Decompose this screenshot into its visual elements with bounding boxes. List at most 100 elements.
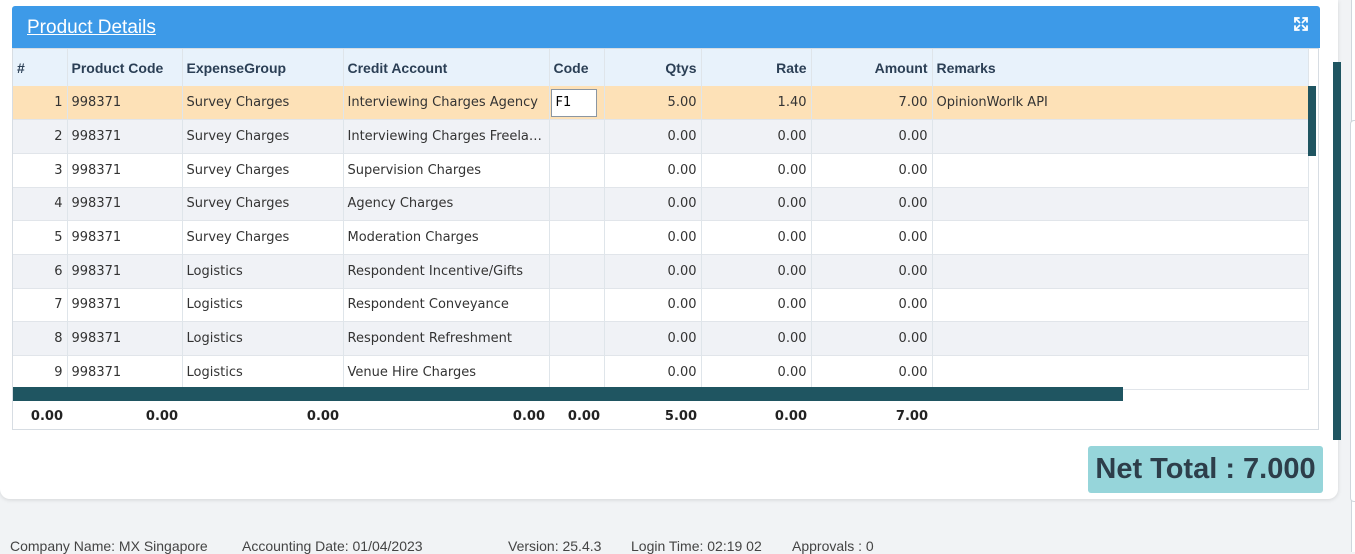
expense-group-cell[interactable]: Survey Charges bbox=[182, 119, 344, 154]
rate-cell[interactable]: 0.00 bbox=[701, 153, 812, 188]
code-cell[interactable] bbox=[549, 187, 605, 221]
expense-group-cell[interactable]: Logistics bbox=[182, 321, 344, 356]
remarks-cell[interactable]: OpinionWorlk API bbox=[932, 86, 1309, 120]
credit-account-cell[interactable]: Moderation Charges bbox=[343, 220, 550, 255]
rate-cell[interactable]: 0.00 bbox=[701, 355, 812, 390]
table-row[interactable]: 2 998371 Survey Charges Interviewing Cha… bbox=[13, 119, 1309, 154]
qtys-cell[interactable]: 0.00 bbox=[604, 153, 702, 188]
product-code-cell[interactable]: 998371 bbox=[67, 220, 183, 255]
qtys-cell[interactable]: 0.00 bbox=[604, 355, 702, 390]
amount-cell[interactable]: 0.00 bbox=[811, 220, 933, 255]
credit-account-cell[interactable]: Respondent Incentive/Gifts bbox=[343, 254, 550, 289]
amount-cell[interactable]: 0.00 bbox=[811, 153, 933, 188]
credit-account-cell[interactable]: Agency Charges bbox=[343, 187, 550, 221]
expand-arrows-icon[interactable] bbox=[1293, 16, 1309, 32]
credit-account-cell[interactable]: Respondent Conveyance bbox=[343, 288, 550, 322]
remarks-cell[interactable] bbox=[932, 288, 1309, 322]
total-expense-group: 0.00 bbox=[306, 408, 339, 424]
column-header-credit-account[interactable]: Credit Account bbox=[343, 49, 550, 86]
qtys-cell[interactable]: 0.00 bbox=[604, 119, 702, 154]
panel-title[interactable]: Product Details bbox=[27, 17, 156, 39]
product-code-cell[interactable]: 998371 bbox=[67, 355, 183, 390]
credit-account-cell[interactable]: Interviewing Charges Agency bbox=[343, 86, 550, 120]
code-cell[interactable] bbox=[549, 254, 605, 289]
qtys-cell[interactable]: 0.00 bbox=[604, 220, 702, 255]
rate-cell[interactable]: 0.00 bbox=[701, 187, 812, 221]
product-code-cell[interactable]: 998371 bbox=[67, 288, 183, 322]
product-code-cell[interactable]: 998371 bbox=[67, 321, 183, 356]
expense-group-cell[interactable]: Survey Charges bbox=[182, 220, 344, 255]
remarks-cell[interactable] bbox=[932, 254, 1309, 289]
vertical-scrollbar-thumb[interactable] bbox=[1308, 86, 1316, 156]
code-cell[interactable] bbox=[549, 119, 605, 154]
qtys-cell[interactable]: 0.00 bbox=[604, 321, 702, 356]
remarks-cell[interactable] bbox=[932, 321, 1309, 356]
table-row[interactable]: 1 998371 Survey Charges Interviewing Cha… bbox=[13, 86, 1309, 120]
amount-cell[interactable]: 0.00 bbox=[811, 187, 933, 221]
product-code-cell[interactable]: 998371 bbox=[67, 254, 183, 289]
outer-scrollbar-thumb[interactable] bbox=[1333, 62, 1341, 440]
remarks-cell[interactable] bbox=[932, 220, 1309, 255]
table-row[interactable]: 7 998371 Logistics Respondent Conveyance… bbox=[13, 288, 1309, 322]
credit-account-cell[interactable]: Venue Hire Charges bbox=[343, 355, 550, 390]
table-header-row: # Product Code ExpenseGroup Credit Accou… bbox=[13, 49, 1309, 86]
rate-cell[interactable]: 0.00 bbox=[701, 288, 812, 322]
code-cell[interactable] bbox=[549, 321, 605, 356]
column-header-code[interactable]: Code bbox=[549, 49, 605, 86]
qtys-cell[interactable]: 0.00 bbox=[604, 254, 702, 289]
product-code-cell[interactable]: 998371 bbox=[67, 119, 183, 154]
credit-account-cell[interactable]: Interviewing Charges Freela… bbox=[343, 119, 550, 154]
code-cell[interactable] bbox=[549, 220, 605, 255]
rate-cell[interactable]: 0.00 bbox=[701, 220, 812, 255]
credit-account-cell[interactable]: Supervision Charges bbox=[343, 153, 550, 188]
table-row[interactable]: 9 998371 Logistics Venue Hire Charges 0.… bbox=[13, 355, 1309, 390]
qtys-cell[interactable]: 0.00 bbox=[604, 187, 702, 221]
rate-cell[interactable]: 0.00 bbox=[701, 119, 812, 154]
product-code-cell[interactable]: 998371 bbox=[67, 187, 183, 221]
amount-cell[interactable]: 7.00 bbox=[811, 86, 933, 120]
credit-account-cell[interactable]: Respondent Refreshment bbox=[343, 321, 550, 356]
rate-cell[interactable]: 0.00 bbox=[701, 321, 812, 356]
column-header-product-code[interactable]: Product Code bbox=[67, 49, 183, 86]
horizontal-scrollbar-thumb[interactable] bbox=[13, 387, 1123, 401]
side-panel-tab[interactable] bbox=[1350, 120, 1355, 502]
total-credit-account: 0.00 bbox=[512, 408, 545, 424]
column-header-amount[interactable]: Amount bbox=[811, 49, 933, 86]
table-row[interactable]: 5 998371 Survey Charges Moderation Charg… bbox=[13, 220, 1309, 255]
expense-group-cell[interactable]: Survey Charges bbox=[182, 86, 344, 120]
table-row[interactable]: 6 998371 Logistics Respondent Incentive/… bbox=[13, 254, 1309, 289]
code-input[interactable] bbox=[550, 88, 597, 117]
column-header-expense-group[interactable]: ExpenseGroup bbox=[182, 49, 344, 86]
remarks-cell[interactable] bbox=[932, 355, 1309, 390]
expense-group-cell[interactable]: Survey Charges bbox=[182, 153, 344, 188]
code-cell[interactable] bbox=[549, 355, 605, 390]
column-header-qtys[interactable]: Qtys bbox=[604, 49, 702, 86]
code-cell[interactable] bbox=[549, 153, 605, 188]
table-row[interactable]: 4 998371 Survey Charges Agency Charges 0… bbox=[13, 187, 1309, 221]
code-cell[interactable] bbox=[549, 288, 605, 322]
expense-group-cell[interactable]: Survey Charges bbox=[182, 187, 344, 221]
table-row[interactable]: 3 998371 Survey Charges Supervision Char… bbox=[13, 153, 1309, 188]
column-header-remarks[interactable]: Remarks bbox=[932, 49, 1309, 86]
remarks-cell[interactable] bbox=[932, 119, 1309, 154]
product-code-cell[interactable]: 998371 bbox=[67, 86, 183, 120]
amount-cell[interactable]: 0.00 bbox=[811, 288, 933, 322]
amount-cell[interactable]: 0.00 bbox=[811, 119, 933, 154]
rate-cell[interactable]: 0.00 bbox=[701, 254, 812, 289]
column-header-no[interactable]: # bbox=[13, 49, 68, 86]
qtys-cell[interactable]: 5.00 bbox=[604, 86, 702, 120]
amount-cell[interactable]: 0.00 bbox=[811, 321, 933, 356]
code-cell[interactable] bbox=[549, 86, 605, 120]
remarks-cell[interactable] bbox=[932, 187, 1309, 221]
expense-group-cell[interactable]: Logistics bbox=[182, 355, 344, 390]
expense-group-cell[interactable]: Logistics bbox=[182, 254, 344, 289]
rate-cell[interactable]: 1.40 bbox=[701, 86, 812, 120]
product-code-cell[interactable]: 998371 bbox=[67, 153, 183, 188]
amount-cell[interactable]: 0.00 bbox=[811, 355, 933, 390]
column-header-rate[interactable]: Rate bbox=[701, 49, 812, 86]
remarks-cell[interactable] bbox=[932, 153, 1309, 188]
qtys-cell[interactable]: 0.00 bbox=[604, 288, 702, 322]
table-row[interactable]: 8 998371 Logistics Respondent Refreshmen… bbox=[13, 321, 1309, 356]
expense-group-cell[interactable]: Logistics bbox=[182, 288, 344, 322]
amount-cell[interactable]: 0.00 bbox=[811, 254, 933, 289]
